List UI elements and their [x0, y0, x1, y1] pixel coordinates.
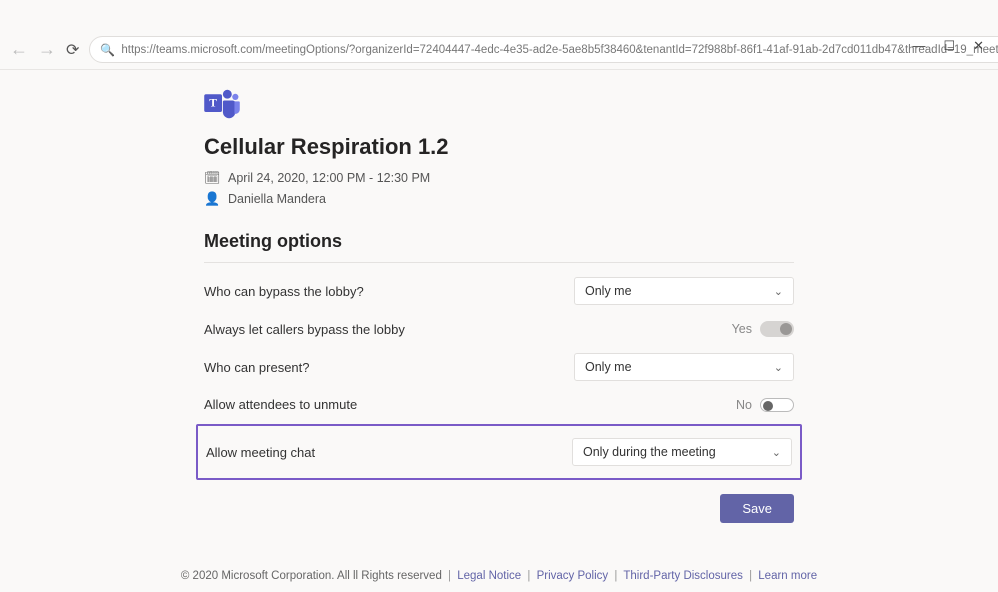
options-heading: Meeting options — [204, 231, 794, 263]
select-value: Only me — [585, 360, 632, 374]
callers-bypass-control: Yes — [732, 321, 794, 337]
option-allow-unmute: Allow attendees to unmute No — [204, 389, 794, 420]
select-value: Only during the meeting — [583, 445, 716, 459]
who-present-select[interactable]: Only me ⌄ — [574, 353, 794, 381]
option-label: Allow attendees to unmute — [204, 397, 357, 412]
calendar-icon: 🗓 — [204, 170, 220, 186]
meeting-title: Cellular Respiration 1.2 — [204, 134, 794, 160]
select-value: Only me — [585, 284, 632, 298]
option-bypass-lobby: Who can bypass the lobby? Only me ⌄ — [204, 269, 794, 313]
learn-more-link[interactable]: Learn more — [758, 570, 817, 582]
option-label: Always let callers bypass the lobby — [204, 322, 405, 337]
teams-logo-icon: T — [204, 88, 240, 120]
browser-toolbar: ← → ⟳ 🔍 https://teams.microsoft.com/meet… — [0, 30, 998, 70]
option-callers-bypass: Always let callers bypass the lobby Yes — [204, 313, 794, 345]
option-label: Who can present? — [204, 360, 310, 375]
close-button[interactable]: ✕ — [973, 38, 984, 54]
option-allow-chat: Allow meeting chat Only during the meeti… — [206, 430, 792, 474]
chevron-down-icon: ⌄ — [774, 361, 783, 374]
allow-unmute-toggle[interactable] — [760, 398, 794, 412]
page-footer: © 2020 Microsoft Corporation. All ll Rig… — [0, 570, 998, 582]
meeting-datetime: April 24, 2020, 12:00 PM - 12:30 PM — [228, 171, 430, 185]
svg-text:T: T — [209, 98, 217, 110]
maximize-button[interactable]: ☐ — [943, 38, 955, 54]
save-button[interactable]: Save — [720, 494, 794, 523]
option-label: Allow meeting chat — [206, 445, 315, 460]
meeting-datetime-row: 🗓 April 24, 2020, 12:00 PM - 12:30 PM — [204, 170, 794, 186]
forward-button[interactable]: → — [38, 39, 56, 60]
third-party-link[interactable]: Third-Party Disclosures — [623, 570, 743, 582]
allow-unmute-control: No — [736, 398, 794, 412]
copyright-text: © 2020 Microsoft Corporation. All ll Rig… — [181, 570, 442, 582]
allow-chat-select[interactable]: Only during the meeting ⌄ — [572, 438, 792, 466]
minimize-button[interactable]: — — [912, 38, 925, 54]
address-bar[interactable]: 🔍 https://teams.microsoft.com/meetingOpt… — [89, 36, 998, 63]
meeting-organizer-row: 👤 Daniella Mandera — [204, 191, 794, 207]
url-text: https://teams.microsoft.com/meetingOptio… — [121, 44, 998, 56]
back-button[interactable]: ← — [10, 39, 28, 60]
window-controls: — ☐ ✕ — [898, 30, 998, 62]
option-label: Who can bypass the lobby? — [204, 284, 364, 299]
chevron-down-icon: ⌄ — [774, 285, 783, 298]
actions-row: Save — [204, 494, 794, 523]
callers-bypass-toggle[interactable] — [760, 321, 794, 337]
highlighted-option: Allow meeting chat Only during the meeti… — [196, 424, 802, 480]
site-info-icon: 🔍 — [100, 43, 115, 57]
toggle-label: No — [736, 398, 752, 412]
legal-link[interactable]: Legal Notice — [457, 570, 521, 582]
person-icon: 👤 — [204, 191, 220, 207]
privacy-link[interactable]: Privacy Policy — [537, 570, 609, 582]
meeting-organizer: Daniella Mandera — [228, 192, 326, 206]
option-who-present: Who can present? Only me ⌄ — [204, 345, 794, 389]
reload-button[interactable]: ⟳ — [66, 40, 79, 60]
toggle-label: Yes — [732, 322, 752, 336]
bypass-lobby-select[interactable]: Only me ⌄ — [574, 277, 794, 305]
chevron-down-icon: ⌄ — [772, 446, 781, 459]
content-area: T Cellular Respiration 1.2 🗓 April 24, 2… — [204, 88, 794, 523]
